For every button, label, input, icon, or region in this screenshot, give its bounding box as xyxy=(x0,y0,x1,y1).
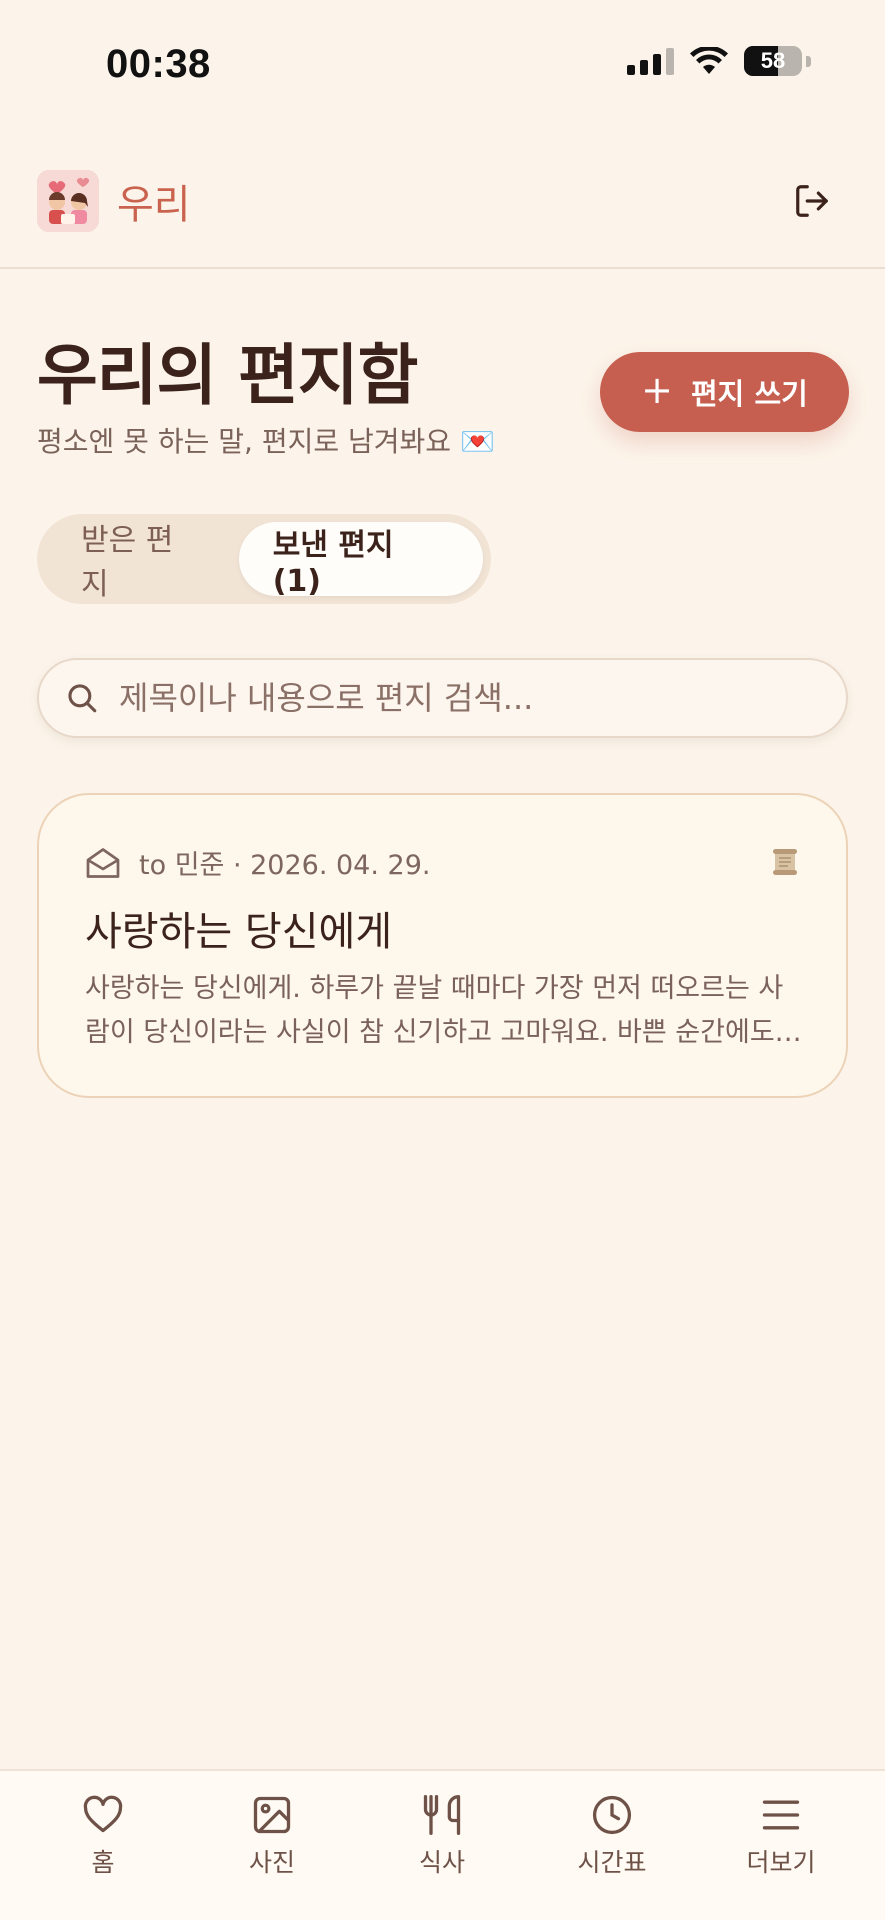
tab-sent[interactable]: 보낸 편지 (1) xyxy=(238,522,483,599)
status-icons: 58 xyxy=(627,46,811,76)
page-subtitle: 평소엔 못 하는 말, 편지로 남겨봐요 💌 xyxy=(37,425,495,458)
nav-label-meals: 식사 xyxy=(418,1848,465,1877)
nav-item-home[interactable]: 홈 xyxy=(43,1793,163,1893)
letter-title: 사랑하는 당신에게 xyxy=(85,909,393,955)
nav-item-timetable[interactable]: 시간표 xyxy=(552,1793,672,1893)
nav-item-more[interactable]: 더보기 xyxy=(721,1793,841,1893)
image-icon xyxy=(253,1796,291,1834)
search-input[interactable] xyxy=(119,679,799,717)
heart-icon xyxy=(83,1795,123,1833)
tab-received[interactable]: 받은 편지 xyxy=(45,522,235,602)
nav-label-more: 더보기 xyxy=(746,1848,816,1877)
battery-icon: 58 xyxy=(744,46,802,76)
page-title: 우리의 편지함 xyxy=(37,336,418,414)
signal-icon xyxy=(627,47,674,75)
logout-icon[interactable] xyxy=(793,182,831,220)
clock-icon xyxy=(592,1795,632,1835)
bottom-nav: 홈 사진 식사 시간표 더보기 xyxy=(0,1769,885,1920)
wifi-icon xyxy=(690,47,728,74)
battery-percent: 58 xyxy=(760,48,786,73)
nav-label-timetable: 시간표 xyxy=(577,1848,647,1877)
app-header: 우리 xyxy=(0,130,885,269)
letters-page: 00:38 58 우리 우리의 편지함 평소엔 못 하는 말, 편지로 남겨봐요… xyxy=(0,0,885,1920)
utensils-icon xyxy=(423,1795,461,1835)
search-bar xyxy=(37,658,848,738)
write-letter-button[interactable]: + 편지 쓰기 xyxy=(600,352,849,432)
app-name: 우리 xyxy=(117,182,191,228)
battery-tip xyxy=(806,55,811,67)
letter-preview: 사랑하는 당신에게. 하루가 끝날 때마다 가장 먼저 떠오르는 사람이 당신이… xyxy=(85,973,784,1048)
status-time: 00:38 xyxy=(106,42,211,86)
status-bar: 00:38 58 xyxy=(0,0,885,130)
nav-item-photos[interactable]: 사진 xyxy=(212,1793,332,1893)
nav-label-home: 홈 xyxy=(91,1848,115,1877)
letter-recipient-date: to 민준 · 2026. 04. 29. xyxy=(139,850,431,881)
envelope-open-icon xyxy=(86,847,120,878)
letter-tabs: 받은 편지 보낸 편지 (1) xyxy=(37,514,491,604)
plus-icon: + xyxy=(641,368,673,412)
menu-icon xyxy=(762,1800,800,1830)
letter-meta: to 민준 · 2026. 04. 29. xyxy=(85,843,430,882)
letter-card[interactable]: to 민준 · 2026. 04. 29. 사랑하는 당신에게 사랑하는 당신에… xyxy=(37,793,848,1098)
scroll-icon xyxy=(773,849,797,875)
nav-item-meals[interactable]: 식사 xyxy=(382,1793,502,1893)
search-icon xyxy=(68,684,97,713)
nav-label-photos: 사진 xyxy=(248,1848,295,1877)
write-letter-label: 편지 쓰기 xyxy=(691,377,808,411)
app-logo[interactable] xyxy=(37,170,99,232)
